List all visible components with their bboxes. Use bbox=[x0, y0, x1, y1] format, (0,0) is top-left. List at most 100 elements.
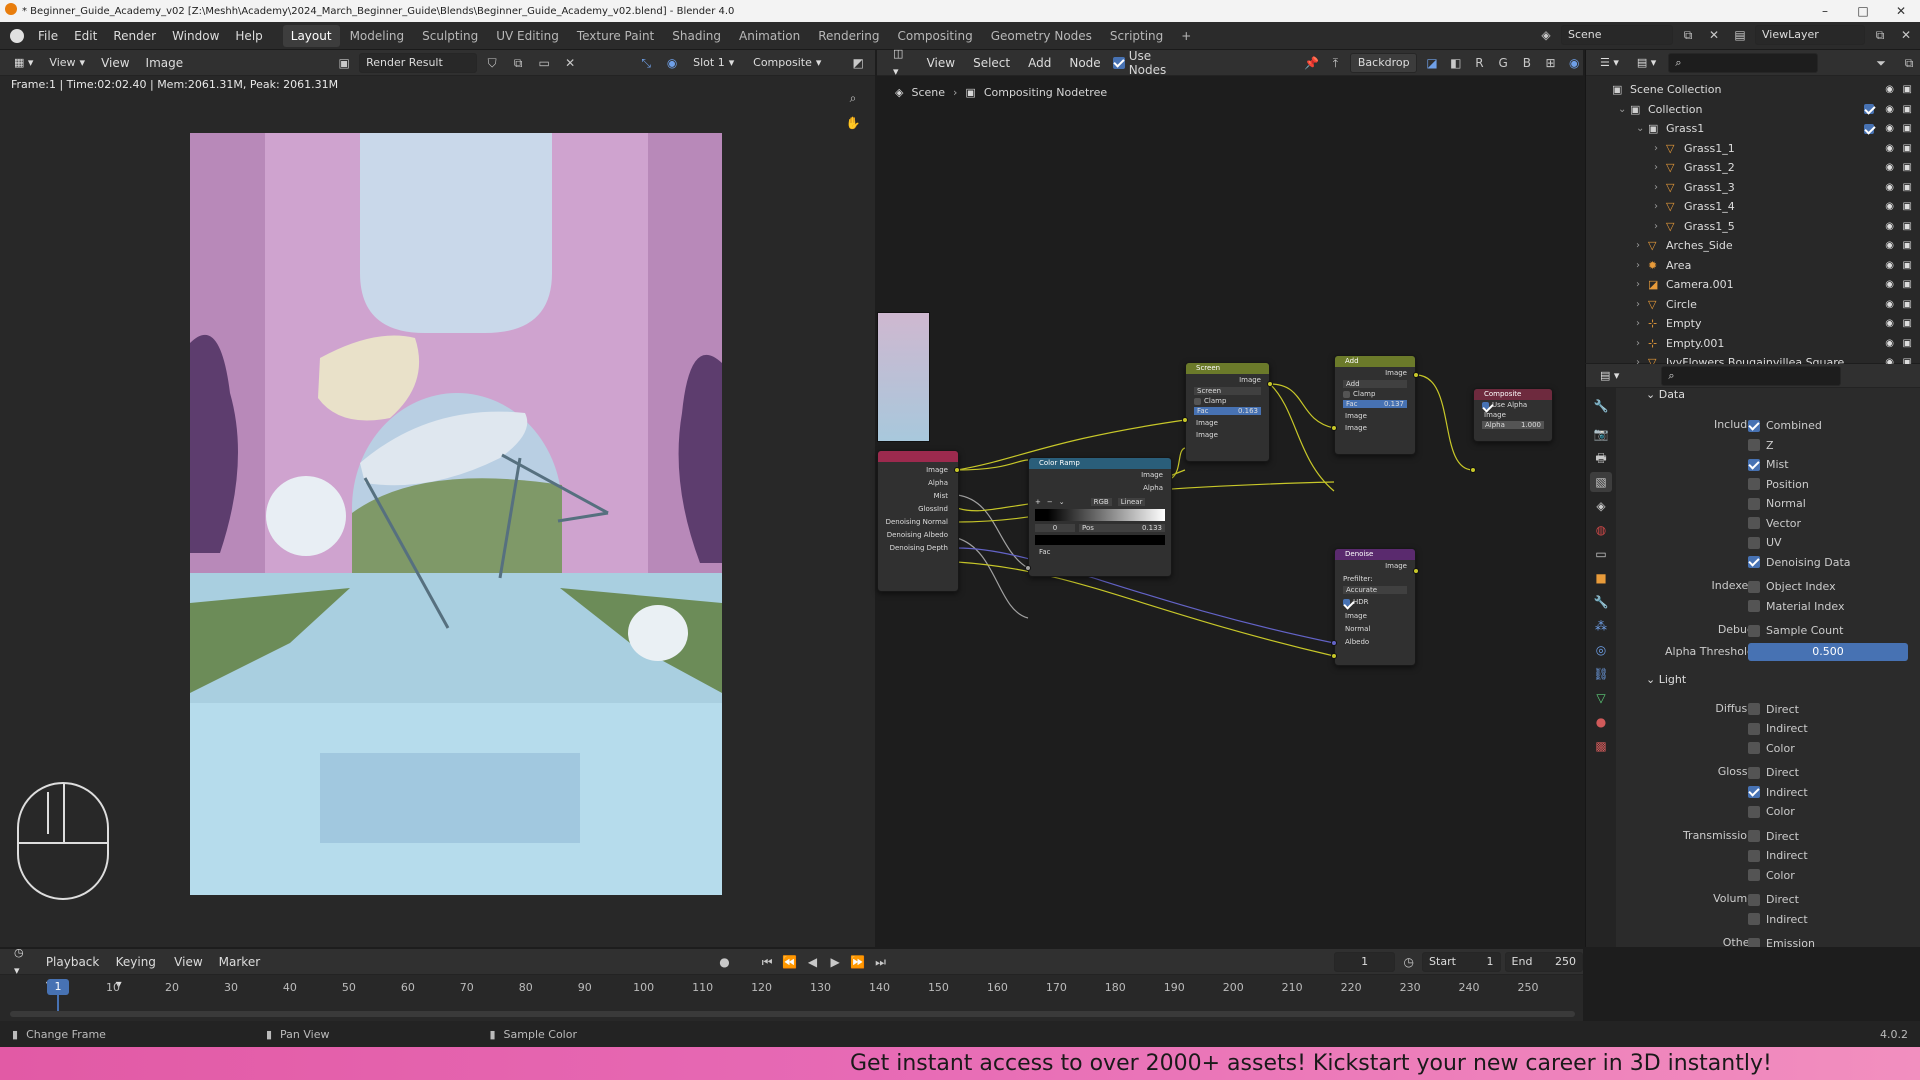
render-camera-icon[interactable]: ▣ bbox=[1903, 143, 1912, 154]
workspace-tab-sculpting[interactable]: Sculpting bbox=[414, 25, 486, 47]
socket[interactable] bbox=[1413, 372, 1419, 378]
pass-material-index[interactable]: Material Index bbox=[1748, 600, 1844, 613]
pass-normal[interactable]: Normal bbox=[1748, 497, 1806, 510]
pass-uv[interactable]: UV bbox=[1748, 536, 1782, 549]
delete-scene-icon[interactable]: ✕ bbox=[1703, 25, 1725, 45]
promo-banner[interactable]: Get instant access to over 2000+ assets!… bbox=[0, 1047, 1920, 1080]
render-layers-node[interactable]: Image Alpha Mist GlossInd Denoising Norm… bbox=[877, 450, 959, 592]
timeline-menu-marker[interactable]: Marker bbox=[213, 951, 266, 973]
constraints-tab-icon[interactable]: ⛓ bbox=[1590, 664, 1612, 684]
expand-chevron-icon[interactable]: › bbox=[1636, 299, 1648, 310]
timeline-scrollbar[interactable] bbox=[10, 1011, 1575, 1017]
render-camera-icon[interactable]: ▣ bbox=[1903, 162, 1912, 173]
pass-mist-checkbox[interactable] bbox=[1748, 458, 1760, 471]
scene-selector[interactable]: Scene bbox=[1561, 25, 1673, 45]
play-icon[interactable]: ▶ bbox=[826, 952, 845, 972]
expand-chevron-icon[interactable]: › bbox=[1636, 240, 1648, 251]
screen-fac-field[interactable]: Fac 0.163 bbox=[1194, 407, 1261, 415]
menu-window[interactable]: Window bbox=[164, 25, 227, 47]
color-ramp-gradient[interactable] bbox=[1035, 509, 1165, 521]
pass-object-index[interactable]: Object Index bbox=[1748, 580, 1836, 593]
editor-type-menu[interactable]: ▦ ▾ bbox=[8, 52, 40, 73]
outliner-search-input[interactable]: ⌕ bbox=[1668, 52, 1819, 73]
menu-help[interactable]: Help bbox=[227, 25, 270, 47]
pass-position-checkbox[interactable] bbox=[1748, 478, 1760, 490]
composite-alpha-field[interactable]: Alpha 1.000 bbox=[1482, 421, 1544, 429]
add-stop-button[interactable]: + bbox=[1035, 498, 1041, 506]
world-tab-icon[interactable]: ◍ bbox=[1590, 520, 1612, 540]
light-transmission-color[interactable]: Color bbox=[1748, 869, 1795, 882]
pass-object-index-checkbox[interactable] bbox=[1748, 580, 1760, 593]
ramp-stop-color[interactable] bbox=[1035, 535, 1165, 545]
menu-file[interactable]: File bbox=[30, 25, 66, 47]
eye-icon[interactable]: ◉ bbox=[1885, 299, 1894, 310]
expand-chevron-icon[interactable]: › bbox=[1636, 260, 1648, 271]
clock-icon[interactable]: ◷ bbox=[1399, 952, 1418, 972]
open-image-icon[interactable]: ▭ bbox=[533, 53, 555, 73]
pass-vector-checkbox[interactable] bbox=[1748, 517, 1760, 529]
render-pass-selector[interactable]: Composite ▾ bbox=[747, 52, 844, 73]
timeline-type-menu[interactable]: ◷ ▾ bbox=[8, 946, 36, 977]
eye-icon[interactable]: ◉ bbox=[1885, 162, 1894, 173]
render-camera-icon[interactable]: ▣ bbox=[1903, 338, 1912, 349]
light-glossy-indirect[interactable]: Indirect bbox=[1748, 786, 1808, 799]
use-alpha-checkbox[interactable] bbox=[1482, 401, 1489, 409]
eye-icon[interactable]: ◉ bbox=[1885, 182, 1894, 193]
expand-chevron-icon[interactable]: › bbox=[1654, 143, 1666, 154]
outliner-item[interactable]: › ⊹ Empty ◉ ▣ bbox=[1586, 314, 1920, 334]
add-clamp-checkbox[interactable] bbox=[1343, 390, 1350, 398]
light-volume-indirect-checkbox[interactable] bbox=[1748, 913, 1760, 925]
ramp-stop-index[interactable]: 0 bbox=[1035, 524, 1075, 532]
menu-edit[interactable]: Edit bbox=[66, 25, 105, 47]
outliner-item[interactable]: ▣ Scene Collection ◉ ▣ bbox=[1586, 80, 1920, 100]
outliner-item[interactable]: › ⊹ Empty.001 ◉ ▣ bbox=[1586, 334, 1920, 354]
physics-tab-icon[interactable]: ◎ bbox=[1590, 640, 1612, 660]
light-transmission-direct[interactable]: Direct bbox=[1748, 830, 1799, 843]
minimize-button[interactable]: – bbox=[1806, 0, 1844, 22]
workspace-tab-scripting[interactable]: Scripting bbox=[1102, 25, 1171, 47]
eye-icon[interactable]: ◉ bbox=[1885, 143, 1894, 154]
light-volume-direct[interactable]: Direct bbox=[1748, 893, 1799, 906]
new-image-icon[interactable]: ⧉ bbox=[507, 53, 529, 73]
light-volume-indirect[interactable]: Indirect bbox=[1748, 913, 1808, 926]
render-camera-icon[interactable]: ▣ bbox=[1903, 318, 1912, 329]
socket[interactable] bbox=[1331, 653, 1337, 659]
data-tab-icon[interactable]: ▽ bbox=[1590, 688, 1612, 708]
image-menu-view[interactable]: View bbox=[95, 52, 135, 74]
expand-chevron-icon[interactable]: › bbox=[1654, 221, 1666, 232]
tool-tab-icon[interactable]: 🔧 bbox=[1590, 396, 1612, 416]
socket[interactable] bbox=[1413, 568, 1419, 574]
render-tab-icon[interactable]: 📷 bbox=[1590, 424, 1612, 444]
composite-node[interactable]: Composite Use Alpha Image Alpha 1.000 bbox=[1473, 388, 1553, 442]
render-camera-icon[interactable]: ▣ bbox=[1903, 221, 1912, 232]
pass-uv-checkbox[interactable] bbox=[1748, 536, 1760, 549]
eye-icon[interactable]: ◉ bbox=[1885, 104, 1894, 115]
render-camera-icon[interactable]: ▣ bbox=[1903, 299, 1912, 310]
collection-tab-icon[interactable]: ▭ bbox=[1590, 544, 1612, 564]
expand-chevron-icon[interactable]: › bbox=[1654, 162, 1666, 173]
outliner-item[interactable]: › ◪ Camera.001 ◉ ▣ bbox=[1586, 275, 1920, 295]
slot-selector[interactable]: Slot 1 ▾ bbox=[687, 52, 744, 73]
workspace-tab-layout[interactable]: Layout bbox=[282, 24, 340, 47]
denoise-prefilter-select[interactable]: Accurate bbox=[1343, 586, 1407, 594]
ramp-stop-pos[interactable]: Pos 0.133 bbox=[1079, 524, 1165, 532]
pass-position[interactable]: Position bbox=[1748, 478, 1809, 491]
play-reverse-icon[interactable]: ◀ bbox=[803, 952, 822, 972]
outliner-type-menu[interactable]: ☰ ▾ bbox=[1594, 52, 1625, 73]
outliner-item[interactable]: › ▽ Circle ◉ ▣ bbox=[1586, 295, 1920, 315]
exclude-checkbox[interactable] bbox=[1864, 104, 1874, 115]
socket[interactable] bbox=[1182, 417, 1188, 423]
filter-icon[interactable]: ⏷ bbox=[1870, 53, 1892, 73]
maximize-button[interactable]: □ bbox=[1844, 0, 1882, 22]
light-transmission-direct-checkbox[interactable] bbox=[1748, 830, 1760, 842]
eye-icon[interactable]: ◉ bbox=[1885, 318, 1894, 329]
light-glossy-direct-checkbox[interactable] bbox=[1748, 766, 1760, 779]
prev-keyframe-icon[interactable]: ⏪ bbox=[780, 952, 799, 972]
denoise-hdr-checkbox[interactable] bbox=[1343, 598, 1350, 606]
outliner-item[interactable]: › ▽ Grass1_1 ◉ ▣ bbox=[1586, 139, 1920, 159]
render-result-image[interactable] bbox=[190, 133, 722, 895]
screen-clamp-checkbox[interactable] bbox=[1194, 397, 1201, 405]
light-transmission-indirect[interactable]: Indirect bbox=[1748, 849, 1808, 862]
light-glossy-direct[interactable]: Direct bbox=[1748, 766, 1799, 779]
image-view-mode[interactable]: View ▾ bbox=[43, 52, 92, 73]
